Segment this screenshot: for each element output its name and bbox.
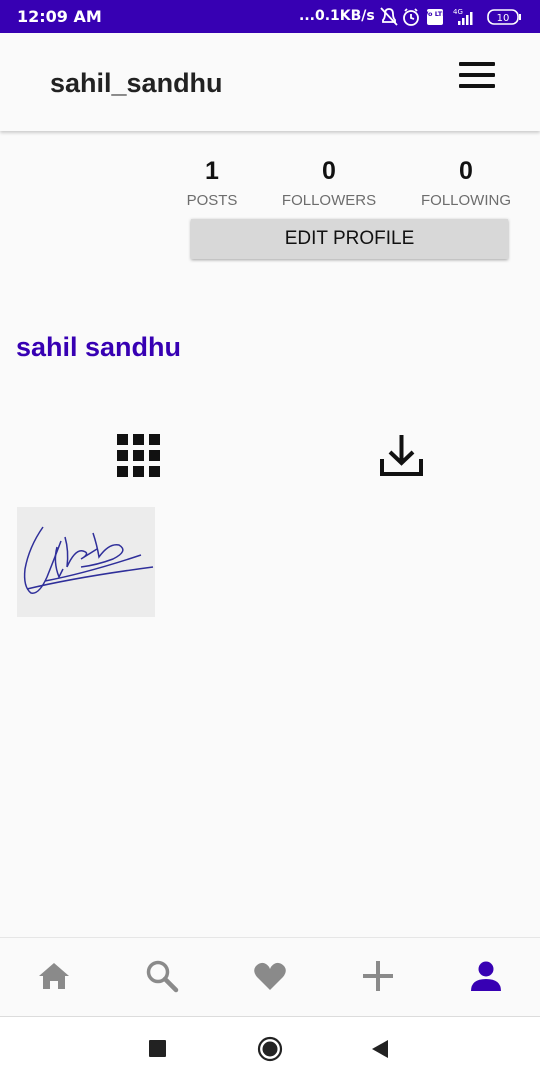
- posts-label: POSTS: [186, 192, 238, 209]
- status-bar: 12:09 AM ...0.1KB/s Vo LTE 4G 10: [0, 0, 540, 33]
- battery-icon: 10: [487, 9, 521, 25]
- back-icon[interactable]: [371, 1039, 389, 1059]
- system-navigation-bar: [0, 1016, 540, 1080]
- search-icon[interactable]: [144, 958, 180, 994]
- add-icon[interactable]: [360, 958, 396, 994]
- home-icon[interactable]: [36, 958, 72, 994]
- profile-icon[interactable]: [468, 958, 504, 994]
- status-time: 12:09 AM: [17, 7, 102, 26]
- hamburger-menu-icon[interactable]: [459, 62, 497, 90]
- app-bar: sahil_sandhu: [0, 33, 540, 131]
- network-speed: ...0.1KB/s: [299, 8, 375, 24]
- posts-stat[interactable]: 1 POSTS: [147, 157, 277, 209]
- alarm-icon: [403, 8, 419, 26]
- signature-image: [17, 507, 155, 617]
- profile-username: sahil_sandhu: [50, 68, 223, 98]
- svg-text:10: 10: [497, 13, 510, 24]
- followers-count: 0: [322, 157, 336, 185]
- recents-icon[interactable]: [149, 1040, 167, 1058]
- grid-icon[interactable]: [117, 434, 161, 478]
- posts-count: 1: [205, 157, 219, 185]
- status-icons: Vo LTE 4G 10: [380, 7, 521, 26]
- following-count: 0: [459, 157, 473, 185]
- mute-bell-icon: [380, 7, 398, 26]
- following-stat[interactable]: 0 FOLLOWING: [401, 157, 531, 209]
- svg-text:Vo LTE: Vo LTE: [423, 10, 446, 18]
- profile-full-name: sahil sandhu: [16, 332, 182, 362]
- volte-icon: Vo LTE: [423, 9, 447, 25]
- following-label: FOLLOWING: [420, 192, 511, 209]
- post-thumbnail[interactable]: [17, 507, 155, 617]
- svg-text:4G: 4G: [453, 8, 463, 16]
- heart-icon[interactable]: [252, 958, 288, 994]
- home-circle-icon[interactable]: [257, 1036, 283, 1062]
- edit-profile-button[interactable]: EDIT PROFILE: [191, 219, 508, 259]
- saved-download-icon[interactable]: [379, 433, 424, 479]
- signal-4g-icon: 4G: [453, 8, 473, 25]
- followers-label: FOLLOWERS: [281, 192, 377, 209]
- bottom-navigation: [0, 937, 540, 1016]
- followers-stat[interactable]: 0 FOLLOWERS: [264, 157, 394, 209]
